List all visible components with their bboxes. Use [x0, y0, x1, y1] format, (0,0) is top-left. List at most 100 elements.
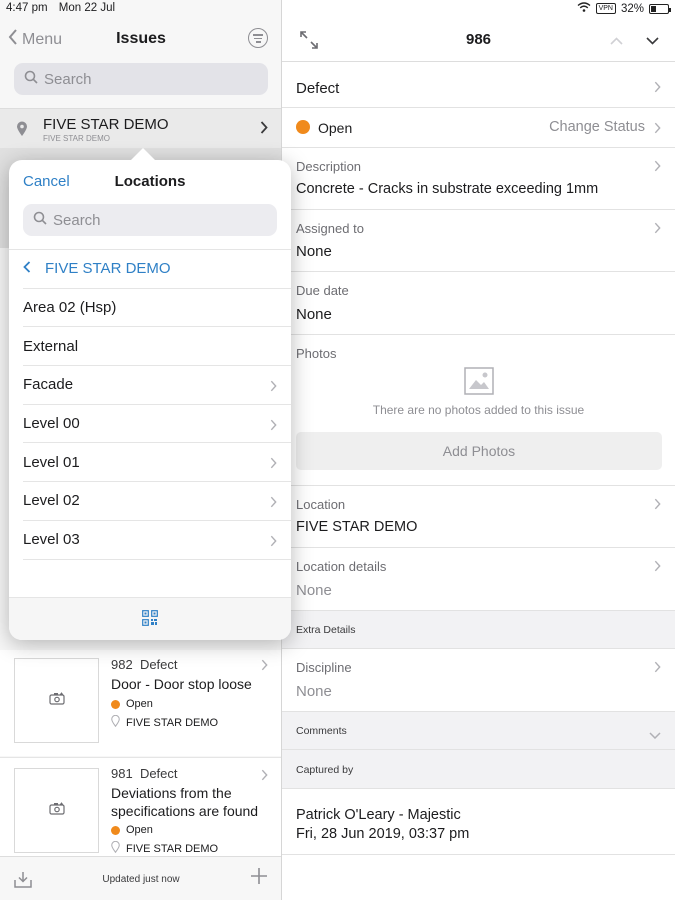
issue-thumbnail: [14, 658, 99, 743]
chevron-right-icon: [270, 495, 277, 512]
issue-type-row[interactable]: Defect: [282, 62, 675, 108]
status-dot-icon: [111, 699, 120, 709]
location-item-level-00[interactable]: Level 00: [23, 405, 291, 444]
chevron-right-icon: [261, 658, 268, 676]
locations-list: FIVE STAR DEMO Area 02 (Hsp) External Fa…: [9, 249, 291, 560]
due-date-row[interactable]: Due date None: [282, 272, 675, 335]
extra-details-label: Extra Details: [296, 624, 356, 636]
location-value: FIVE STAR DEMO: [296, 519, 418, 535]
status-date: Mon 22 Jul: [58, 2, 116, 14]
issue-location: FIVE STAR DEMO: [111, 714, 219, 730]
issue-location: FIVE STAR DEMO: [111, 840, 219, 856]
chevron-right-icon: [654, 497, 661, 515]
chevron-right-icon: [654, 80, 661, 98]
location-header-sub: FIVE STAR DEMO: [43, 134, 110, 143]
status-dot-icon: [111, 825, 120, 835]
location-item-area-02[interactable]: Area 02 (Hsp): [23, 289, 291, 328]
location-header[interactable]: FIVE STAR DEMO FIVE STAR DEMO: [0, 108, 281, 148]
parent-location-back[interactable]: FIVE STAR DEMO: [23, 250, 291, 289]
change-status-button[interactable]: Change Status: [549, 119, 645, 135]
issue-location-label: FIVE STAR DEMO: [126, 842, 219, 855]
issue-number-type: 982 Defect: [111, 657, 178, 672]
issues-title: Issues: [116, 30, 166, 47]
issue-type: Defect: [139, 657, 178, 672]
discipline-label: Discipline: [296, 660, 352, 675]
filter-icon[interactable]: [248, 28, 268, 48]
location-details-row[interactable]: Location details None: [282, 548, 675, 611]
comments-label: Comments: [296, 725, 347, 737]
parent-location-label: FIVE STAR DEMO: [45, 260, 171, 278]
location-item-label: Level 03: [23, 531, 80, 549]
chevron-right-icon: [260, 121, 268, 139]
captured-by-header: Captured by: [282, 750, 675, 789]
issue-title: Door - Door stop loose: [111, 676, 252, 692]
description-value: Concrete - Cracks in substrate exceeding…: [296, 181, 599, 197]
location-item-level-03[interactable]: Level 03: [23, 521, 291, 560]
status-dot-icon: [296, 120, 310, 134]
location-item-level-02[interactable]: Level 02: [23, 482, 291, 521]
issue-thumbnail: [14, 768, 99, 853]
battery-icon: [649, 3, 671, 14]
chevron-right-icon: [654, 559, 661, 577]
description-label: Description: [296, 159, 362, 174]
camera-add-icon: [48, 802, 65, 820]
detail-nav-bar: 986: [282, 18, 675, 62]
location-item-facade[interactable]: Facade: [23, 366, 291, 405]
status-row[interactable]: Open Change Status: [282, 108, 675, 148]
due-date-value: None: [296, 306, 332, 323]
status-time: 4:47 pm: [6, 2, 48, 14]
vpn-badge: VPN: [595, 3, 616, 14]
discipline-row[interactable]: Discipline None: [282, 649, 675, 712]
issue-location-label: FIVE STAR DEMO: [126, 716, 219, 729]
chevron-up-icon[interactable]: [610, 32, 623, 50]
captured-by-label: Captured by: [296, 764, 354, 776]
add-photos-button[interactable]: Add Photos: [296, 432, 662, 470]
issue-row[interactable]: 982 Defect Door - Door stop loose Open F…: [0, 650, 281, 756]
chevron-left-icon: [23, 260, 31, 277]
battery-percent: 32%: [620, 2, 644, 15]
location-item-level-01[interactable]: Level 01: [23, 443, 291, 483]
chevron-right-icon: [270, 534, 277, 551]
captured-by-name: Patrick O'Leary - Majestic: [296, 807, 461, 823]
issue-status-label: Open: [126, 824, 153, 836]
issue-type-value: Defect: [296, 80, 340, 97]
issues-footer: Updated just now: [0, 856, 281, 900]
sync-status-text: Updated just now: [102, 874, 180, 885]
chevron-right-icon: [654, 159, 661, 177]
chevron-right-icon: [270, 456, 277, 473]
qr-code-icon[interactable]: [142, 610, 158, 631]
chevron-down-icon[interactable]: [646, 32, 659, 50]
location-details-value: None: [296, 582, 332, 599]
location-details-label: Location details: [296, 559, 387, 574]
chevron-right-icon: [261, 768, 268, 786]
issue-status: Open: [111, 698, 153, 710]
chevron-right-icon: [270, 418, 277, 435]
description-row[interactable]: Description Concrete - Cracks in substra…: [282, 148, 675, 210]
assigned-to-row[interactable]: Assigned to None: [282, 210, 675, 272]
locations-popover: Cancel Locations Search FIVE STAR DEMO A…: [9, 160, 291, 640]
location-item-label: Level 01: [23, 453, 80, 471]
add-issue-button[interactable]: [250, 867, 268, 888]
issues-search-input[interactable]: Search: [14, 63, 268, 95]
location-item-label: External: [23, 337, 79, 355]
captured-by-row: Patrick O'Leary - Majestic Fri, 28 Jun 2…: [282, 789, 675, 855]
chevron-right-icon: [654, 221, 661, 239]
location-pin-icon: [111, 714, 120, 730]
issue-detail-pane: 986 Defect Open Change Status Descriptio…: [282, 0, 675, 900]
extra-details-header: Extra Details: [282, 611, 675, 649]
location-pin-icon: [16, 121, 28, 142]
popover-arrow: [130, 148, 156, 161]
issue-number: 981: [111, 766, 133, 781]
issue-status: Open: [111, 824, 153, 836]
popover-footer: [9, 597, 291, 640]
issues-nav-bar: Menu Issues: [0, 18, 281, 62]
comments-header[interactable]: Comments: [282, 712, 675, 750]
status-value: Open: [318, 120, 353, 136]
wifi-icon: [577, 2, 591, 15]
location-row[interactable]: Location FIVE STAR DEMO: [282, 486, 675, 548]
issue-title: Deviations from the specifications are f…: [111, 785, 259, 819]
locations-search-input[interactable]: Search: [23, 204, 277, 236]
assigned-label: Assigned to: [296, 221, 364, 236]
location-item-external[interactable]: External: [23, 327, 291, 367]
issue-row[interactable]: 981 Defect Deviations from the specifica…: [0, 757, 281, 856]
